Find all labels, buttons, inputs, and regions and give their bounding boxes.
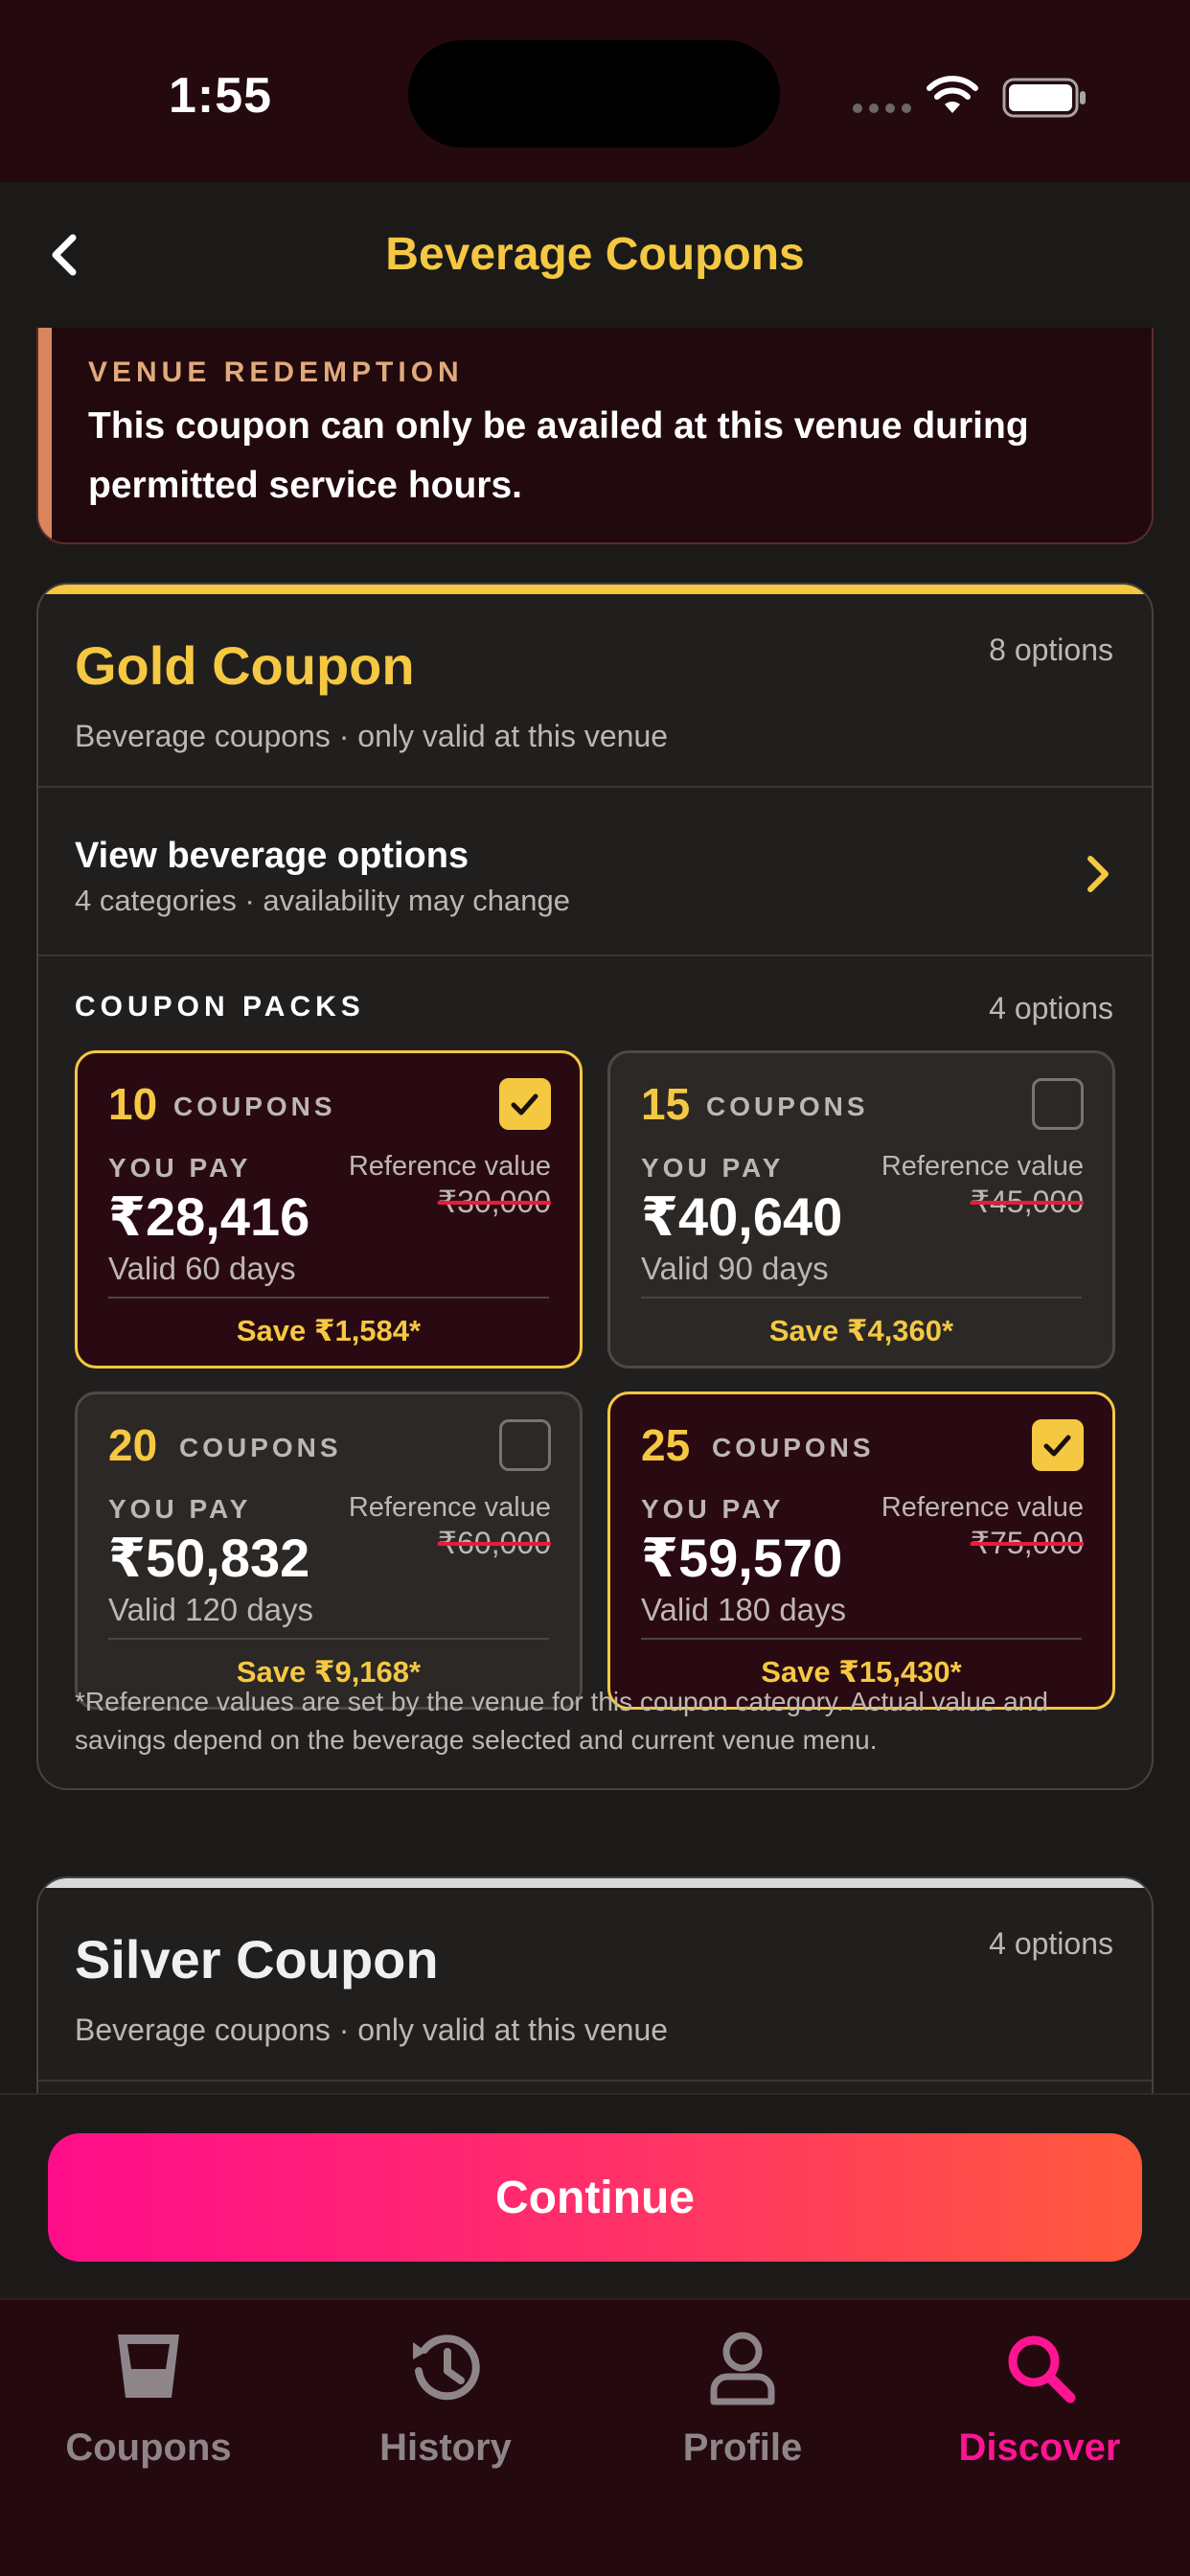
tab-discover[interactable]: Discover — [891, 2321, 1188, 2469]
content-scroll[interactable]: VENUE REDEMPTION This coupon can only be… — [0, 328, 1190, 2093]
divider — [108, 1638, 549, 1640]
card-subtitle: Beverage coupons · only valid at this ve… — [75, 719, 669, 753]
silver-coupon-card[interactable]: Silver Coupon 4 options Beverage coupons… — [36, 1876, 1154, 2093]
pack-checkbox[interactable] — [1032, 1078, 1084, 1130]
tab-profile[interactable]: Profile — [594, 2321, 891, 2469]
view-beverage-options-row[interactable]: View beverage options 4 categories · ava… — [38, 788, 1152, 954]
divider — [38, 2080, 1152, 2082]
you-pay-label: YOU PAY — [641, 1153, 785, 1183]
dynamic-island — [408, 40, 780, 148]
reference-value: ₹60,000 — [437, 1526, 551, 1560]
coupon-packs-label: COUPON PACKS — [75, 991, 365, 1023]
reference-value: ₹45,000 — [970, 1184, 1084, 1219]
card-options-count: 8 options — [989, 632, 1113, 667]
reference-value-label: Reference value — [348, 1492, 551, 1523]
coupon-pack-10[interactable]: 10 COUPONS YOU PAY Reference value ₹28,4… — [75, 1050, 583, 1368]
page-title: Beverage Coupons — [385, 229, 805, 280]
pack-checkbox[interactable] — [1032, 1419, 1084, 1471]
chevron-right-icon — [1087, 856, 1109, 892]
coupon-pack-15[interactable]: 15 COUPONS YOU PAY Reference value ₹40,6… — [607, 1050, 1115, 1368]
continue-button[interactable]: Continue — [48, 2133, 1142, 2262]
history-icon — [413, 2334, 480, 2401]
check-icon — [1043, 1435, 1071, 1457]
search-icon — [1008, 2335, 1076, 2404]
tab-history[interactable]: History — [297, 2321, 594, 2469]
divider — [38, 954, 1152, 956]
battery-icon — [1002, 78, 1086, 118]
continue-bar: Continue — [0, 2093, 1190, 2298]
pack-count: 25 — [641, 1420, 691, 1470]
pack-price: ₹28,416 — [108, 1186, 310, 1247]
pack-price: ₹50,832 — [108, 1528, 310, 1588]
pack-price: ₹59,570 — [641, 1528, 843, 1588]
pack-unit: COUPONS — [173, 1092, 336, 1121]
pack-price: ₹40,640 — [641, 1186, 843, 1247]
divider — [641, 1297, 1082, 1299]
card-title: Gold Coupon — [75, 635, 415, 696]
pack-savings: Save ₹1,584* — [236, 1314, 422, 1347]
reference-footnote: *Reference values are set by the venue f… — [75, 1687, 1048, 1755]
pack-validity: Valid 60 days — [108, 1251, 296, 1286]
card-subtitle: Beverage coupons · only valid at this ve… — [75, 2012, 669, 2047]
check-icon — [511, 1093, 538, 1116]
you-pay-label: YOU PAY — [641, 1494, 785, 1524]
tab-label: Profile — [682, 2426, 803, 2469]
you-pay-label: YOU PAY — [108, 1494, 252, 1524]
card-title: Silver Coupon — [75, 1929, 439, 1990]
notice-label: VENUE REDEMPTION — [88, 356, 464, 388]
reference-value-label: Reference value — [881, 1492, 1084, 1523]
card-options-count: 4 options — [989, 1926, 1113, 1961]
card-accent-bar — [38, 585, 1152, 594]
pack-validity: Valid 120 days — [108, 1592, 314, 1627]
pack-validity: Valid 90 days — [641, 1251, 829, 1286]
tab-label: History — [379, 2426, 512, 2469]
you-pay-label: YOU PAY — [108, 1153, 252, 1183]
pack-unit: COUPONS — [179, 1433, 342, 1462]
pack-validity: Valid 180 days — [641, 1592, 847, 1627]
glass-icon — [118, 2334, 179, 2398]
divider — [108, 1297, 549, 1299]
header: Beverage Coupons — [0, 182, 1190, 328]
notice-text: This coupon can only be availed at this … — [88, 405, 1029, 506]
pack-count: 10 — [108, 1079, 158, 1129]
beverage-options-title: View beverage options — [75, 836, 469, 876]
coupon-packs-count: 4 options — [989, 991, 1113, 1025]
divider — [641, 1638, 1082, 1640]
reference-value-label: Reference value — [348, 1151, 551, 1182]
coupon-pack-25[interactable]: 25 COUPONS YOU PAY Reference value ₹59,5… — [607, 1392, 1115, 1710]
pack-checkbox[interactable] — [499, 1078, 551, 1130]
reference-value: ₹30,000 — [437, 1184, 551, 1219]
tab-coupons[interactable]: Coupons — [0, 2321, 297, 2469]
pack-count: 20 — [108, 1420, 158, 1470]
beverage-options-subtitle: 4 categories · availability may change — [75, 884, 570, 917]
person-icon — [710, 2332, 775, 2405]
venue-redemption-notice: VENUE REDEMPTION This coupon can only be… — [36, 328, 1154, 544]
reference-value: ₹75,000 — [970, 1526, 1084, 1560]
coupon-pack-20[interactable]: 20 COUPONS YOU PAY Reference value ₹50,8… — [75, 1392, 583, 1710]
status-bar: 1:55 — [0, 0, 1190, 182]
status-time: 1:55 — [169, 68, 273, 124]
notice-accent-stripe — [38, 328, 52, 542]
gold-coupon-card: Gold Coupon 8 options Beverage coupons ·… — [36, 583, 1154, 1790]
tab-label: Discover — [958, 2426, 1121, 2469]
pack-unit: COUPONS — [706, 1092, 869, 1121]
tab-label: Coupons — [65, 2426, 232, 2469]
pack-unit: COUPONS — [712, 1433, 875, 1462]
card-accent-bar — [38, 1878, 1152, 1888]
pack-count: 15 — [641, 1079, 691, 1129]
signal-icon — [853, 104, 911, 113]
tab-bar: Coupons History Profile Discover — [0, 2298, 1190, 2576]
wifi-icon — [927, 76, 978, 113]
pack-checkbox[interactable] — [499, 1419, 551, 1471]
pack-savings: Save ₹4,360* — [768, 1314, 954, 1347]
reference-value-label: Reference value — [881, 1151, 1084, 1182]
